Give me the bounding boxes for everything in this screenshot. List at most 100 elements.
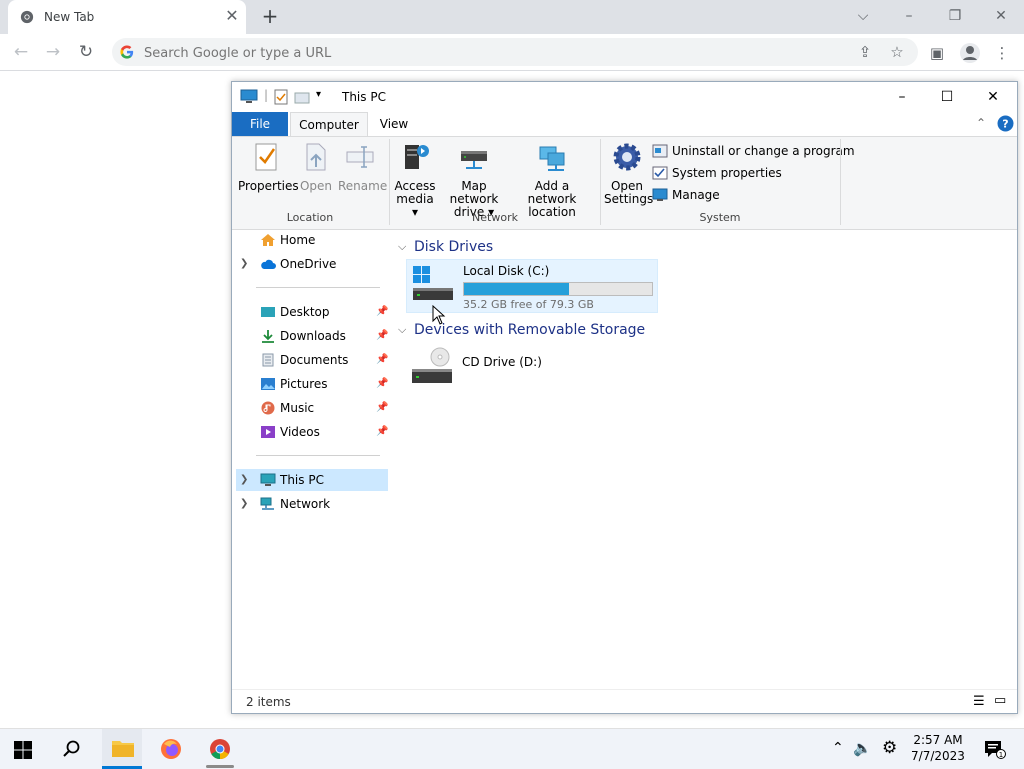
- menu-kebab-icon[interactable]: ⋮: [991, 42, 1013, 64]
- profile-avatar-icon[interactable]: [959, 42, 981, 64]
- pin-icon[interactable]: 📌: [376, 421, 388, 443]
- system-properties-button[interactable]: System properties: [652, 163, 842, 183]
- address-bar[interactable]: ⇪ ☆: [112, 38, 918, 66]
- large-icons-view-icon[interactable]: ▭: [994, 693, 1006, 708]
- tab-title: New Tab: [44, 10, 95, 24]
- help-icon[interactable]: ?: [997, 115, 1014, 132]
- taskbar-chrome[interactable]: [200, 729, 240, 769]
- system-properties-label: System properties: [672, 166, 782, 180]
- disk-drives-label: Disk Drives: [414, 239, 494, 255]
- nav-music-label: Music: [280, 401, 315, 415]
- nav-desktop[interactable]: Desktop 📌: [236, 301, 388, 323]
- open-settings-button[interactable]: Open Settings: [604, 141, 653, 206]
- collapse-chevron-icon[interactable]: ⌵: [398, 320, 406, 340]
- show-hidden-icons-chevron-icon[interactable]: ⌃: [832, 740, 844, 756]
- volume-icon[interactable]: 🔈: [853, 739, 872, 757]
- firefox-icon[interactable]: [160, 738, 182, 760]
- nav-network[interactable]: ❯ Network: [236, 493, 388, 515]
- expand-chevron-icon[interactable]: ❯: [240, 253, 252, 275]
- browser-toolbar: ← → ↻ ⇪ ☆ ▣ ⋮: [0, 34, 1024, 71]
- media-server-icon: [405, 145, 429, 169]
- tab-close-icon[interactable]: ✕: [224, 7, 240, 25]
- bookmark-star-icon[interactable]: ☆: [886, 41, 908, 63]
- reload-button[interactable]: ↻: [75, 42, 97, 64]
- taskbar: ⌃ 🔈 ⚙ 2:57 AM 7/7/2023 1: [0, 728, 1024, 769]
- minimize-button[interactable]: –: [897, 6, 921, 26]
- map-drive-label: Map network: [449, 179, 499, 206]
- new-folder-quick-icon[interactable]: [294, 90, 310, 104]
- tab-file[interactable]: File: [232, 112, 288, 136]
- windows-drive-icon: [413, 266, 453, 300]
- back-button[interactable]: ←: [10, 42, 32, 64]
- address-input[interactable]: [142, 42, 836, 64]
- nav-this-pc-label: This PC: [280, 473, 324, 487]
- network-location-icon: [539, 146, 565, 171]
- pictures-icon: [261, 378, 275, 390]
- side-panel-icon[interactable]: ▣: [926, 42, 948, 64]
- expand-chevron-icon[interactable]: ❯: [240, 493, 252, 515]
- nav-home[interactable]: Home: [236, 229, 388, 251]
- windows-start-icon[interactable]: [14, 741, 32, 759]
- music-icon: [261, 401, 275, 415]
- drive-d-item[interactable]: CD Drive (D:): [406, 347, 656, 387]
- pin-icon[interactable]: 📌: [376, 373, 388, 395]
- nav-onedrive[interactable]: ❯ OneDrive: [236, 253, 388, 275]
- map-network-drive-button[interactable]: Map network drive ▾: [438, 141, 510, 219]
- status-bar: 2 items ☰ ▭: [232, 689, 1017, 714]
- tab-search-chevron-icon[interactable]: ⌵: [851, 6, 875, 26]
- explorer-maximize-button[interactable]: ☐: [935, 87, 959, 107]
- explorer-minimize-button[interactable]: –: [890, 87, 914, 107]
- pin-icon[interactable]: 📌: [376, 349, 388, 371]
- access-media-button[interactable]: Access media ▾: [394, 141, 436, 219]
- nav-separator: [256, 287, 380, 288]
- details-view-icon[interactable]: ☰: [973, 694, 985, 709]
- nav-downloads[interactable]: Downloads 📌: [236, 325, 388, 347]
- collapse-ribbon-icon[interactable]: ⌃: [976, 116, 986, 130]
- taskbar-file-explorer[interactable]: [102, 729, 142, 769]
- pin-icon[interactable]: 📌: [376, 325, 388, 347]
- uninstall-program-button[interactable]: Uninstall or change a program: [652, 141, 855, 161]
- properties-quick-icon[interactable]: [274, 89, 288, 105]
- tab-view[interactable]: View: [368, 112, 420, 136]
- search-icon[interactable]: [63, 740, 81, 758]
- system-properties-icon: [652, 166, 668, 180]
- nav-pictures[interactable]: Pictures 📌: [236, 373, 388, 395]
- close-button[interactable]: ✕: [989, 6, 1013, 26]
- rename-button[interactable]: Rename: [338, 141, 387, 193]
- nav-network-label: Network: [280, 497, 331, 511]
- chrome-icon: [210, 739, 230, 760]
- folder-icon: [112, 741, 134, 757]
- nav-documents[interactable]: Documents 📌: [236, 349, 388, 371]
- disk-drives-group-header[interactable]: ⌵ Disk Drives: [398, 237, 698, 257]
- network-drive-icon: [461, 151, 487, 169]
- pin-icon[interactable]: 📌: [376, 301, 388, 323]
- taskbar-clock[interactable]: 2:57 AM 7/7/2023: [900, 732, 976, 764]
- browser-tab-strip: New Tab ✕ + ⌵ – ❐ ✕: [0, 0, 1024, 34]
- new-tab-button[interactable]: +: [258, 5, 282, 29]
- item-count: 2 items: [246, 695, 291, 709]
- forward-button[interactable]: →: [42, 42, 64, 64]
- tab-computer[interactable]: Computer: [290, 112, 368, 136]
- title-separator: |: [264, 88, 269, 102]
- removable-storage-label: Devices with Removable Storage: [414, 322, 646, 338]
- nav-videos[interactable]: Videos 📌: [236, 421, 388, 443]
- restore-button[interactable]: ❐: [943, 6, 967, 26]
- manage-button[interactable]: Manage: [652, 185, 842, 205]
- customize-quick-access-dropdown-icon[interactable]: ▾: [316, 89, 321, 100]
- properties-button[interactable]: Properties: [238, 141, 299, 193]
- browser-tab[interactable]: New Tab ✕: [8, 0, 246, 34]
- explorer-close-button[interactable]: ✕: [981, 87, 1005, 107]
- explorer-titlebar: | ▾ This PC – ☐ ✕: [232, 82, 1017, 112]
- open-button[interactable]: Open: [296, 141, 336, 193]
- pin-icon[interactable]: 📌: [376, 397, 388, 419]
- ribbon: Properties Open Rename Location Access m…: [232, 136, 1017, 230]
- nav-music[interactable]: Music 📌: [236, 397, 388, 419]
- notifications-icon[interactable]: 1: [983, 739, 1007, 759]
- expand-chevron-icon[interactable]: ❯: [240, 469, 252, 491]
- settings-gear-icon[interactable]: ⚙: [882, 738, 897, 758]
- share-icon[interactable]: ⇪: [854, 41, 876, 63]
- nav-this-pc[interactable]: ❯ This PC: [236, 469, 388, 491]
- nav-videos-label: Videos: [280, 425, 320, 439]
- add-network-location-button[interactable]: Add a network location: [512, 141, 592, 219]
- collapse-chevron-icon[interactable]: ⌵: [398, 237, 406, 257]
